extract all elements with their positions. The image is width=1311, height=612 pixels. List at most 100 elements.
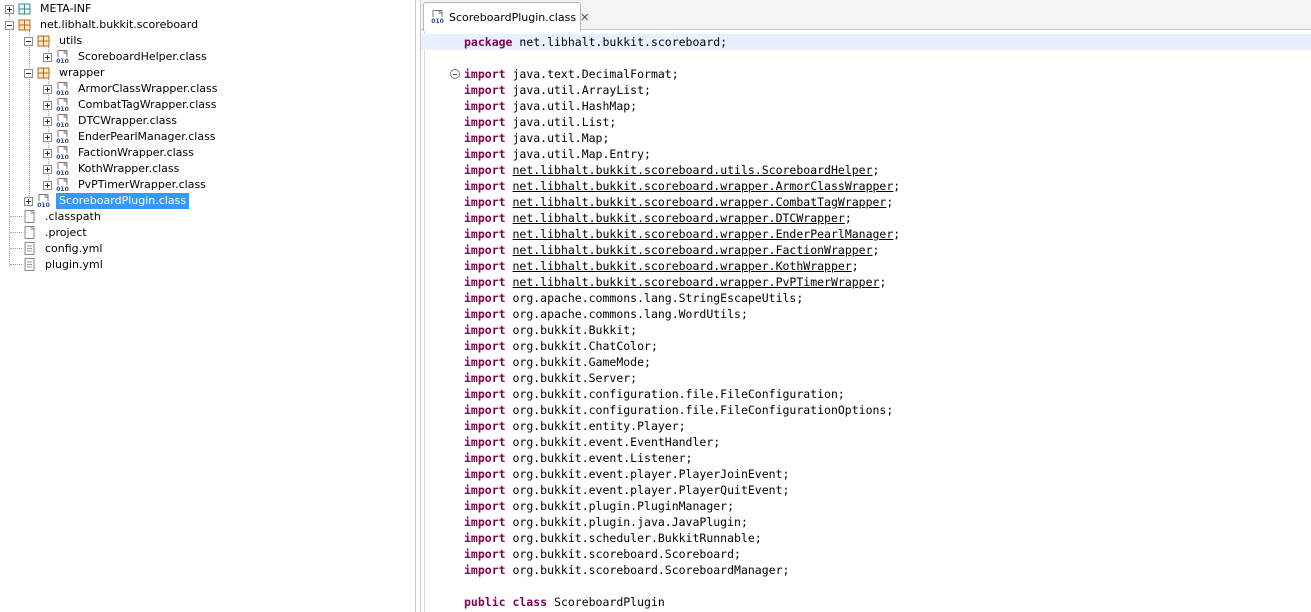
- expand-icon[interactable]: [43, 116, 52, 126]
- code-line: import java.text.DecimalFormat;: [421, 66, 1311, 82]
- tree-item[interactable]: plugin.yml: [22, 257, 106, 273]
- code-text: org.bukkit.event.Listener;: [505, 451, 693, 465]
- tree-item[interactable]: 010 ScoreboardPlugin.class: [24, 193, 190, 209]
- tree-item[interactable]: .project: [22, 225, 90, 241]
- keyword: import: [464, 547, 506, 561]
- svg-text:010: 010: [56, 90, 69, 96]
- code-text: org.bukkit.event.player.PlayerQuitEvent;: [505, 483, 790, 497]
- import-link[interactable]: net.libhalt.bukkit.scoreboard.utils.Scor…: [512, 163, 872, 177]
- import-link[interactable]: net.libhalt.bukkit.scoreboard.wrapper.En…: [512, 227, 893, 241]
- import-link[interactable]: net.libhalt.bukkit.scoreboard.wrapper.Fa…: [512, 243, 872, 257]
- expand-icon[interactable]: [43, 148, 52, 158]
- tree-item-label: DTCWrapper.class: [78, 114, 177, 127]
- package-icon: [18, 19, 31, 31]
- tree-item[interactable]: config.yml: [22, 241, 105, 257]
- svg-text:010: 010: [37, 202, 50, 208]
- fold-toggle-icon[interactable]: [450, 69, 460, 79]
- keyword: import: [464, 355, 506, 369]
- tree-item[interactable]: net.libhalt.bukkit.scoreboard: [5, 17, 201, 33]
- package-icon: [37, 35, 50, 47]
- text-file-icon: [24, 242, 35, 255]
- keyword: import: [464, 211, 506, 225]
- code-text: org.bukkit.ChatColor;: [505, 339, 658, 353]
- tree-item-label: PvPTimerWrapper.class: [78, 178, 206, 191]
- expand-icon[interactable]: [24, 196, 33, 206]
- svg-text:010: 010: [56, 154, 69, 160]
- keyword: import: [464, 99, 506, 113]
- class-file-icon: 010: [55, 162, 70, 176]
- code-line: import org.bukkit.scoreboard.Scoreboard;: [421, 546, 1311, 562]
- tree-guide: [29, 30, 30, 202]
- collapse-icon[interactable]: [24, 36, 33, 46]
- code-line: import java.util.HashMap;: [421, 98, 1311, 114]
- code-text: org.bukkit.GameMode;: [505, 355, 651, 369]
- code-text: org.bukkit.plugin.java.JavaPlugin;: [505, 515, 748, 529]
- code-text: org.bukkit.event.player.PlayerJoinEvent;: [505, 467, 790, 481]
- keyword: import: [464, 467, 506, 481]
- expand-icon[interactable]: [43, 100, 52, 110]
- tree-item[interactable]: META-INF: [5, 1, 94, 17]
- tree-item[interactable]: 010 PvPTimerWrapper.class: [43, 177, 209, 193]
- expand-icon[interactable]: [43, 52, 52, 62]
- code-line: import org.bukkit.GameMode;: [421, 354, 1311, 370]
- import-link[interactable]: net.libhalt.bukkit.scoreboard.wrapper.Co…: [512, 195, 886, 209]
- class-file-icon: 010: [430, 10, 445, 24]
- tree-item[interactable]: 010 CombatTagWrapper.class: [43, 97, 219, 113]
- tree-item[interactable]: 010 ScoreboardHelper.class: [43, 49, 210, 65]
- code-text: java.util.Map;: [505, 131, 610, 145]
- tree-item[interactable]: 010 DTCWrapper.class: [43, 113, 180, 129]
- code-text: org.bukkit.scheduler.BukkitRunnable;: [505, 531, 762, 545]
- keyword: import: [464, 131, 506, 145]
- tree-item[interactable]: utils: [24, 33, 85, 49]
- code-text: org.bukkit.Server;: [505, 371, 638, 385]
- keyword: package: [464, 35, 513, 49]
- editor-tab-bar: 010 ScoreboardPlugin.class ✕: [421, 0, 1311, 31]
- expand-icon[interactable]: [43, 84, 52, 94]
- code-line: import org.bukkit.Server;: [421, 370, 1311, 386]
- import-link[interactable]: net.libhalt.bukkit.scoreboard.wrapper.Pv…: [512, 275, 879, 289]
- tree-guide: [10, 248, 22, 249]
- expand-icon[interactable]: [43, 180, 52, 190]
- collapse-icon[interactable]: [24, 68, 33, 78]
- import-link[interactable]: net.libhalt.bukkit.scoreboard.wrapper.Ar…: [512, 179, 893, 193]
- tree-item[interactable]: .classpath: [22, 209, 104, 225]
- code-editor[interactable]: package net.libhalt.bukkit.scoreboard; im…: [421, 31, 1311, 612]
- code-line: import net.libhalt.bukkit.scoreboard.uti…: [464, 163, 880, 177]
- tree-item[interactable]: wrapper: [24, 65, 108, 81]
- code-line: import org.bukkit.entity.Player;: [421, 418, 1311, 434]
- keyword: import: [464, 163, 506, 177]
- code-line: import org.bukkit.ChatColor;: [421, 338, 1311, 354]
- code-line: package net.libhalt.bukkit.scoreboard;: [421, 34, 1311, 50]
- close-icon[interactable]: ✕: [580, 12, 589, 23]
- tree-item[interactable]: 010 EnderPearlManager.class: [43, 129, 219, 145]
- code-line: import org.bukkit.configuration.file.Fil…: [421, 402, 1311, 418]
- keyword: import: [464, 147, 506, 161]
- code-line: import java.util.Map;: [421, 130, 1311, 146]
- code-line: import org.bukkit.configuration.file.Fil…: [421, 386, 1311, 402]
- code-text: java.text.DecimalFormat;: [505, 67, 679, 81]
- keyword: import: [464, 563, 506, 577]
- keyword: import: [464, 323, 506, 337]
- tree-item[interactable]: 010 KothWrapper.class: [43, 161, 182, 177]
- import-link[interactable]: net.libhalt.bukkit.scoreboard.wrapper.DT…: [512, 211, 844, 225]
- package-explorer-tree[interactable]: META-INF net.libhalt.bukkit.scoreboard uti…: [0, 0, 416, 612]
- expand-icon[interactable]: [43, 132, 52, 142]
- code-line: import org.bukkit.plugin.java.JavaPlugin…: [421, 514, 1311, 530]
- tree-item[interactable]: 010 ArmorClassWrapper.class: [43, 81, 220, 97]
- code-line: import org.bukkit.scoreboard.ScoreboardM…: [421, 562, 1311, 578]
- tree-item[interactable]: 010 FactionWrapper.class: [43, 145, 197, 161]
- package-icon: [37, 67, 50, 79]
- code-line: import net.libhalt.bukkit.scoreboard.wra…: [464, 259, 859, 273]
- tab-scoreboard-plugin[interactable]: 010 ScoreboardPlugin.class ✕: [423, 2, 589, 31]
- class-file-icon: 010: [55, 82, 70, 96]
- expand-icon[interactable]: [43, 164, 52, 174]
- code-line: import net.libhalt.bukkit.scoreboard.wra…: [464, 227, 901, 241]
- file-icon: [24, 210, 35, 223]
- code-text: java.util.HashMap;: [505, 99, 638, 113]
- expand-icon[interactable]: [5, 4, 14, 14]
- code-text: java.util.ArrayList;: [505, 83, 651, 97]
- import-link[interactable]: net.libhalt.bukkit.scoreboard.wrapper.Ko…: [512, 259, 851, 273]
- collapse-icon[interactable]: [5, 20, 14, 30]
- code-line: import org.apache.commons.lang.StringEsc…: [421, 290, 1311, 306]
- svg-text:010: 010: [56, 170, 69, 176]
